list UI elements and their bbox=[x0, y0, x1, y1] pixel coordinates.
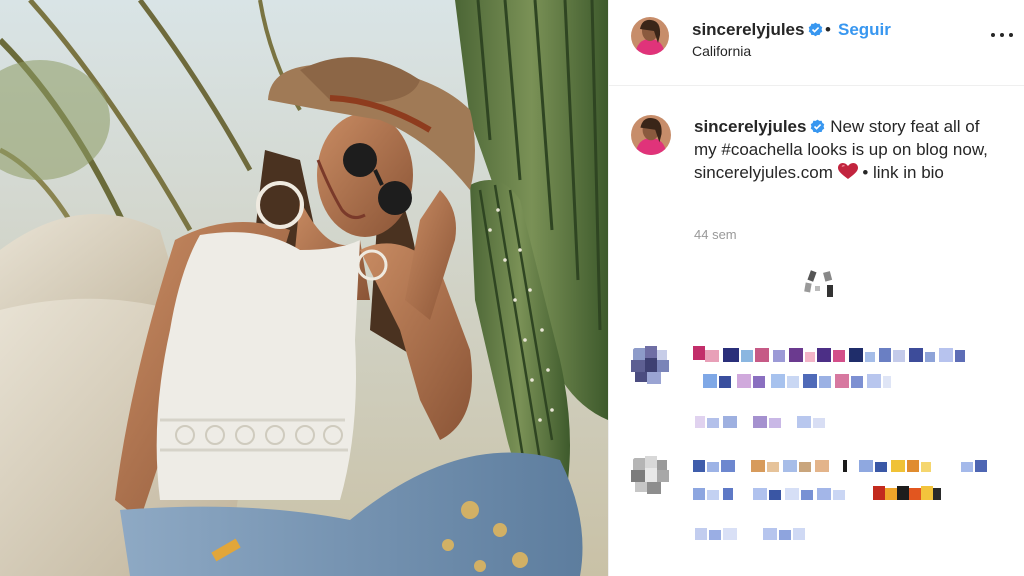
commenter-avatar[interactable] bbox=[627, 342, 673, 388]
post-timestamp[interactable]: 44 sem bbox=[694, 227, 737, 242]
comment-item[interactable] bbox=[609, 452, 1024, 562]
post-details-panel: sincerelyjules • Seguir California since… bbox=[608, 0, 1024, 576]
post-header: sincerelyjules • Seguir California bbox=[609, 0, 1024, 86]
author-avatar[interactable] bbox=[631, 17, 669, 55]
loading-spinner-icon bbox=[802, 268, 838, 304]
post-caption: sincerelyjules New story feat all of my … bbox=[694, 115, 1004, 184]
verified-badge-icon bbox=[809, 22, 823, 37]
caption-text-end: • link in bio bbox=[857, 163, 944, 182]
comment-item[interactable] bbox=[609, 340, 1024, 440]
comment-text-pixelated bbox=[693, 346, 983, 441]
post-photo[interactable] bbox=[0, 0, 608, 576]
author-username-text[interactable]: sincerelyjules bbox=[692, 20, 804, 39]
verified-badge-icon bbox=[811, 119, 825, 134]
follow-button[interactable]: Seguir bbox=[838, 20, 891, 40]
post-location[interactable]: California bbox=[692, 43, 751, 59]
comment-text-pixelated bbox=[693, 458, 993, 563]
more-options-icon[interactable] bbox=[991, 28, 1013, 42]
commenter-avatar[interactable] bbox=[627, 452, 673, 498]
author-username[interactable]: sincerelyjules bbox=[692, 20, 823, 40]
caption-author-avatar[interactable] bbox=[631, 115, 671, 155]
caption-username[interactable]: sincerelyjules bbox=[694, 117, 806, 136]
caption-hashtag[interactable]: #coachella bbox=[721, 140, 802, 159]
separator-dot: • bbox=[825, 20, 831, 39]
red-heart-icon bbox=[837, 163, 858, 179]
